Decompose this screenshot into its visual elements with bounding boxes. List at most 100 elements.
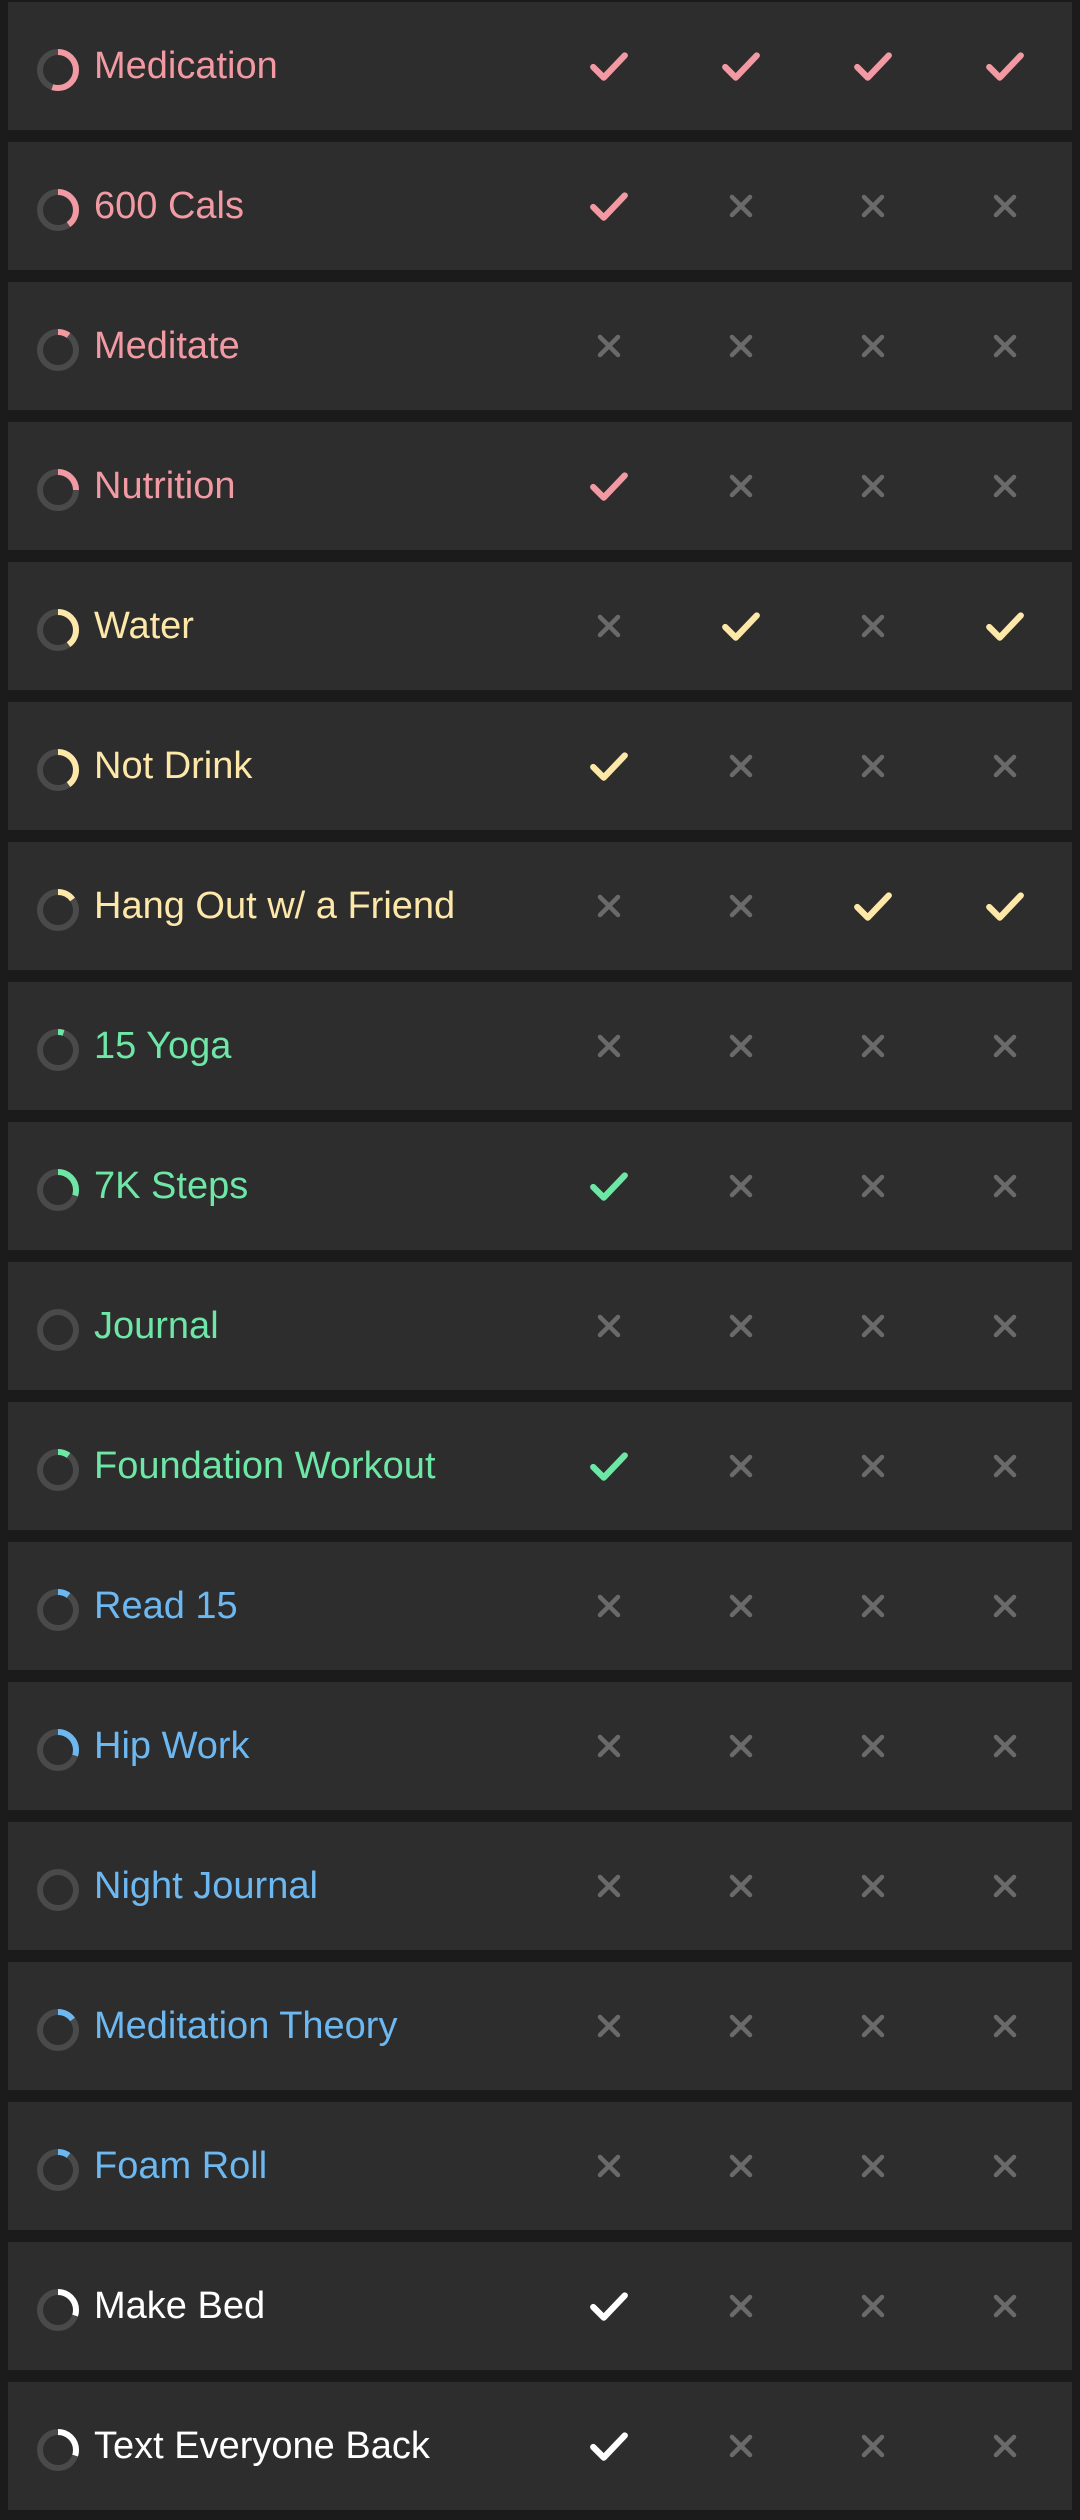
day-check-cell[interactable] xyxy=(579,1156,639,1216)
day-cross-cell[interactable] xyxy=(843,1996,903,2056)
habit-row[interactable]: Not Drink xyxy=(8,702,1072,830)
day-cross-cell[interactable] xyxy=(579,876,639,936)
day-check-cell[interactable] xyxy=(579,176,639,236)
day-cross-cell[interactable] xyxy=(975,2136,1035,2196)
cross-icon xyxy=(861,2434,885,2458)
day-cross-cell[interactable] xyxy=(843,456,903,516)
day-cross-cell[interactable] xyxy=(711,1296,771,1356)
day-cross-cell[interactable] xyxy=(711,736,771,796)
day-check-cell[interactable] xyxy=(975,876,1035,936)
habit-name: Foundation Workout xyxy=(94,1445,436,1487)
day-cross-cell[interactable] xyxy=(711,2416,771,2476)
day-cross-cell[interactable] xyxy=(975,1156,1035,1216)
habit-row[interactable]: Medication xyxy=(8,2,1072,130)
day-cross-cell[interactable] xyxy=(975,1296,1035,1356)
day-cross-cell[interactable] xyxy=(843,1436,903,1496)
day-cross-cell[interactable] xyxy=(711,1856,771,1916)
habit-row[interactable]: 7K Steps xyxy=(8,1122,1072,1250)
habit-row[interactable]: 15 Yoga xyxy=(8,982,1072,1110)
day-check-cell[interactable] xyxy=(579,1436,639,1496)
day-check-cell[interactable] xyxy=(579,36,639,96)
day-cross-cell[interactable] xyxy=(711,1996,771,2056)
day-cross-cell[interactable] xyxy=(843,2416,903,2476)
day-cross-cell[interactable] xyxy=(711,2136,771,2196)
habit-row[interactable]: Meditation Theory xyxy=(8,1962,1072,2090)
day-cross-cell[interactable] xyxy=(843,736,903,796)
day-cross-cell[interactable] xyxy=(975,456,1035,516)
day-cross-cell[interactable] xyxy=(975,736,1035,796)
progress-ring-icon xyxy=(34,466,82,514)
day-cross-cell[interactable] xyxy=(843,2136,903,2196)
day-cross-cell[interactable] xyxy=(975,1436,1035,1496)
day-cross-cell[interactable] xyxy=(975,2276,1035,2336)
day-cross-cell[interactable] xyxy=(975,1856,1035,1916)
day-check-cell[interactable] xyxy=(711,36,771,96)
day-cross-cell[interactable] xyxy=(975,2416,1035,2476)
day-check-cell[interactable] xyxy=(579,2416,639,2476)
day-check-cell[interactable] xyxy=(579,456,639,516)
day-cross-cell[interactable] xyxy=(711,1436,771,1496)
habit-row[interactable]: Nutrition xyxy=(8,422,1072,550)
habit-row[interactable]: Text Everyone Back xyxy=(8,2382,1072,2510)
day-cross-cell[interactable] xyxy=(579,1296,639,1356)
cross-icon xyxy=(861,614,885,638)
day-check-cell[interactable] xyxy=(975,36,1035,96)
day-cross-cell[interactable] xyxy=(711,1016,771,1076)
day-cross-cell[interactable] xyxy=(579,2136,639,2196)
day-cross-cell[interactable] xyxy=(843,1016,903,1076)
day-cross-cell[interactable] xyxy=(711,1716,771,1776)
habit-row[interactable]: Water xyxy=(8,562,1072,690)
day-check-cell[interactable] xyxy=(579,2276,639,2336)
day-cross-cell[interactable] xyxy=(711,1576,771,1636)
habit-row[interactable]: Foam Roll xyxy=(8,2102,1072,2230)
day-cross-cell[interactable] xyxy=(579,1576,639,1636)
day-cross-cell[interactable] xyxy=(843,1716,903,1776)
habit-row[interactable]: Make Bed xyxy=(8,2242,1072,2370)
habit-row[interactable]: Journal xyxy=(8,1262,1072,1390)
habit-row[interactable]: Night Journal xyxy=(8,1822,1072,1950)
day-cross-cell[interactable] xyxy=(975,1716,1035,1776)
day-cross-cell[interactable] xyxy=(711,1156,771,1216)
day-cross-cell[interactable] xyxy=(843,596,903,656)
day-cross-cell[interactable] xyxy=(711,316,771,376)
day-cross-cell[interactable] xyxy=(579,1016,639,1076)
day-cross-cell[interactable] xyxy=(711,176,771,236)
habit-row[interactable]: Meditate xyxy=(8,282,1072,410)
day-check-cell[interactable] xyxy=(579,736,639,796)
habit-row[interactable]: Foundation Workout xyxy=(8,1402,1072,1530)
cross-icon xyxy=(861,1594,885,1618)
day-cross-cell[interactable] xyxy=(843,316,903,376)
day-cross-cell[interactable] xyxy=(975,1576,1035,1636)
day-cross-cell[interactable] xyxy=(711,456,771,516)
progress-ring-icon xyxy=(34,2286,82,2334)
day-cross-cell[interactable] xyxy=(711,2276,771,2336)
day-cross-cell[interactable] xyxy=(843,1296,903,1356)
day-cross-cell[interactable] xyxy=(843,1576,903,1636)
habit-row[interactable]: Read 15 xyxy=(8,1542,1072,1670)
day-cross-cell[interactable] xyxy=(975,176,1035,236)
habit-row[interactable]: Hang Out w/ a Friend xyxy=(8,842,1072,970)
day-cross-cell[interactable] xyxy=(579,1996,639,2056)
habit-name: 15 Yoga xyxy=(94,1025,232,1067)
progress-ring-icon xyxy=(34,326,82,374)
day-check-cell[interactable] xyxy=(711,596,771,656)
cross-icon xyxy=(729,754,753,778)
habit-row[interactable]: Hip Work xyxy=(8,1682,1072,1810)
day-cross-cell[interactable] xyxy=(843,1156,903,1216)
habit-name: Read 15 xyxy=(94,1585,238,1627)
day-cross-cell[interactable] xyxy=(975,1016,1035,1076)
day-check-cell[interactable] xyxy=(975,596,1035,656)
day-cross-cell[interactable] xyxy=(579,1856,639,1916)
day-cross-cell[interactable] xyxy=(711,876,771,936)
habit-row[interactable]: 600 Cals xyxy=(8,142,1072,270)
day-check-cell[interactable] xyxy=(843,876,903,936)
day-cross-cell[interactable] xyxy=(843,1856,903,1916)
day-cross-cell[interactable] xyxy=(843,176,903,236)
day-cross-cell[interactable] xyxy=(975,316,1035,376)
day-check-cell[interactable] xyxy=(843,36,903,96)
day-cross-cell[interactable] xyxy=(975,1996,1035,2056)
day-cross-cell[interactable] xyxy=(579,316,639,376)
day-cross-cell[interactable] xyxy=(579,596,639,656)
day-cross-cell[interactable] xyxy=(579,1716,639,1776)
day-cross-cell[interactable] xyxy=(843,2276,903,2336)
